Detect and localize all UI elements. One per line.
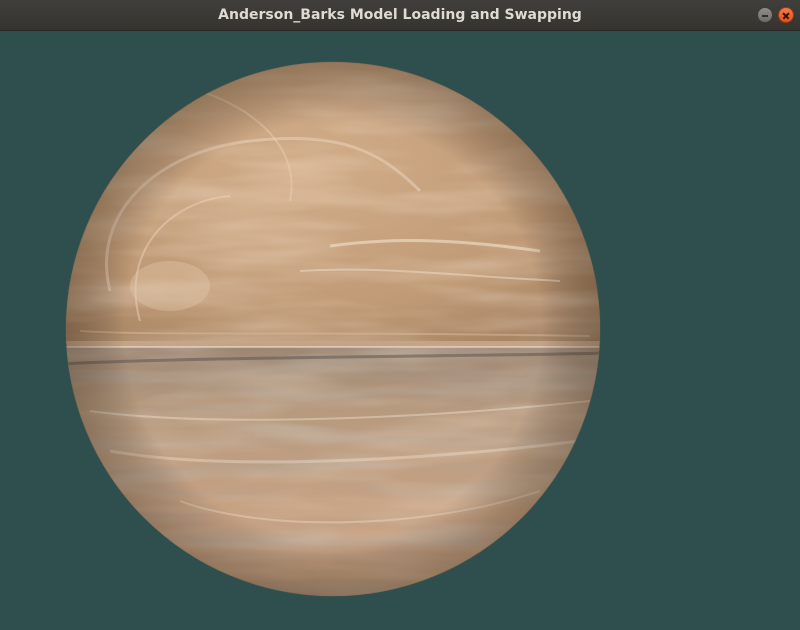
minimize-icon[interactable] (757, 7, 773, 23)
render-viewport[interactable] (0, 31, 800, 630)
close-icon[interactable] (778, 7, 794, 23)
title-bar[interactable]: Anderson_Barks Model Loading and Swappin… (0, 0, 800, 31)
sphere-model (65, 61, 601, 597)
app-window: Anderson_Barks Model Loading and Swappin… (0, 0, 800, 630)
window-title: Anderson_Barks Model Loading and Swappin… (218, 7, 582, 23)
